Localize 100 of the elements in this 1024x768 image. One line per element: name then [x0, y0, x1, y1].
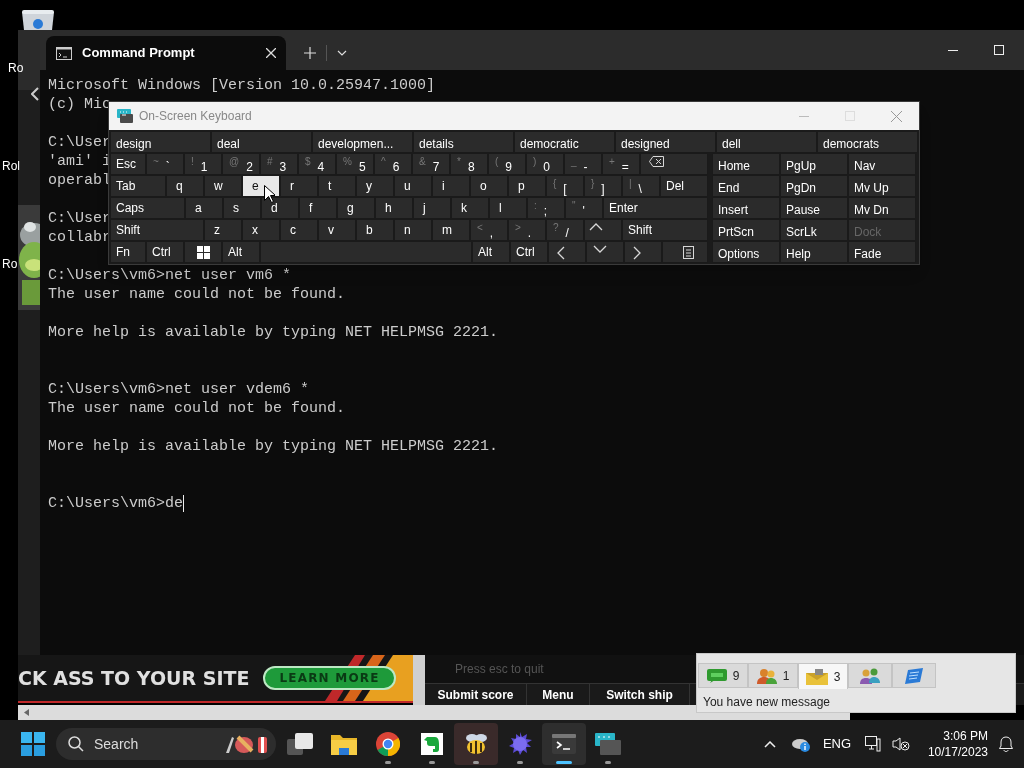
keyboard-key[interactable]: _ -	[564, 153, 602, 175]
keyboard-key[interactable]: Ctrl	[146, 241, 184, 263]
keyboard-key[interactable]: n	[394, 219, 432, 241]
network-icon[interactable]	[865, 736, 881, 752]
scroll-left-arrow-icon[interactable]	[24, 709, 29, 716]
keyboard-key[interactable]: ScrLk	[780, 219, 848, 241]
prediction-suggestion[interactable]: details	[413, 131, 514, 153]
notification-tab[interactable]	[892, 663, 936, 688]
notification-bell-icon[interactable]	[999, 736, 1013, 752]
keyboard-key[interactable]: & 7	[412, 153, 450, 175]
keyboard-key[interactable]: o	[470, 175, 508, 197]
keyboard-key[interactable]: q	[166, 175, 204, 197]
prediction-suggestion[interactable]: democratic	[514, 131, 615, 153]
keyboard-key[interactable]: Caps	[110, 197, 185, 219]
keyboard-key[interactable]: Shift	[622, 219, 708, 241]
keyboard-key[interactable]	[662, 241, 708, 263]
keyboard-key[interactable]: ( 9	[488, 153, 526, 175]
keyboard-key[interactable]: l	[489, 197, 527, 219]
clock[interactable]: 3:06 PM 10/17/2023	[914, 728, 988, 760]
keyboard-key[interactable]: Home	[712, 153, 780, 175]
keyboard-key[interactable]: Options	[712, 241, 780, 263]
keyboard-key[interactable]: a	[185, 197, 223, 219]
keyboard-key[interactable]: Mv Up	[848, 175, 916, 197]
keyboard-key[interactable]: Pause	[780, 197, 848, 219]
language-indicator[interactable]: ENG	[816, 734, 858, 754]
keyboard-key[interactable]: # 3	[260, 153, 298, 175]
keyboard-key[interactable]: g	[337, 197, 375, 219]
keyboard-key[interactable]: d	[261, 197, 299, 219]
keyboard-key[interactable]: ) 0	[526, 153, 564, 175]
keyboard-key[interactable]: PgUp	[780, 153, 848, 175]
keyboard-key[interactable]: Nav	[848, 153, 916, 175]
keyboard-key[interactable]: End	[712, 175, 780, 197]
notification-tab[interactable]: 1	[748, 663, 798, 688]
keyboard-key[interactable]: Mv Dn	[848, 197, 916, 219]
prediction-suggestion[interactable]: design	[110, 131, 211, 153]
keyboard-key[interactable]: Help	[780, 241, 848, 263]
keyboard-key[interactable]: ? /	[546, 219, 584, 241]
desktop-icon-label[interactable]: Ro	[2, 255, 18, 273]
keyboard-key[interactable]: ! 1	[184, 153, 222, 175]
keyboard-key[interactable]: } ]	[584, 175, 622, 197]
learn-more-button[interactable]: LEARN MORE	[263, 666, 396, 690]
desktop-icon-label[interactable]: Rol	[2, 157, 20, 175]
keyboard-key[interactable]: + =	[602, 153, 640, 175]
console-input[interactable]: C:\Users\vm6>de	[48, 494, 184, 513]
keyboard-key[interactable]: % 5	[336, 153, 374, 175]
keyboard-key[interactable]	[640, 153, 708, 175]
keyboard-key[interactable]: Ctrl	[510, 241, 548, 263]
keyboard-key[interactable]: Fade	[848, 241, 916, 263]
desktop-icon-label[interactable]: Ro	[8, 59, 24, 77]
keyboard-key[interactable]: Enter	[603, 197, 708, 219]
keyboard-key[interactable]: * 8	[450, 153, 488, 175]
keyboard-key[interactable]: Del	[660, 175, 708, 197]
keyboard-key[interactable]: PrtScn	[712, 219, 780, 241]
notification-tab[interactable]: 3	[798, 663, 848, 689]
keyboard-key[interactable]: v	[318, 219, 356, 241]
keyboard-key[interactable]: f	[299, 197, 337, 219]
keyboard-key[interactable]: { [	[546, 175, 584, 197]
keyboard-key[interactable]: | \	[622, 175, 660, 197]
keyboard-key[interactable]: u	[394, 175, 432, 197]
keyboard-key[interactable]: t	[318, 175, 356, 197]
keyboard-key[interactable]: ^ 6	[374, 153, 412, 175]
taskbar-app-button[interactable]	[454, 723, 498, 765]
taskbar-app-button[interactable]	[542, 723, 586, 765]
keyboard-key[interactable]: w	[204, 175, 242, 197]
keyboard-key[interactable]: Esc	[110, 153, 146, 175]
keyboard-key[interactable]: y	[356, 175, 394, 197]
keyboard-key[interactable]: k	[451, 197, 489, 219]
terminal-tab[interactable]: Command Prompt	[46, 36, 286, 70]
notification-tab[interactable]	[848, 663, 892, 688]
keyboard-key[interactable]: Tab	[110, 175, 166, 197]
keyboard-key[interactable]: m	[432, 219, 470, 241]
keyboard-key[interactable]: < ,	[470, 219, 508, 241]
keyboard-key[interactable]: " '	[565, 197, 603, 219]
keyboard-key[interactable]: ~ `	[146, 153, 184, 175]
keyboard-key[interactable]: Shift	[110, 219, 204, 241]
close-icon[interactable]	[266, 48, 276, 58]
keyboard-key[interactable]: PgDn	[780, 175, 848, 197]
keyboard-key[interactable]: c	[280, 219, 318, 241]
keyboard-key[interactable]: $ 4	[298, 153, 336, 175]
keyboard-key[interactable]: > .	[508, 219, 546, 241]
keyboard-key[interactable]: j	[413, 197, 451, 219]
keyboard-key[interactable]: p	[508, 175, 546, 197]
keyboard-key[interactable]: z	[204, 219, 242, 241]
notification-tab[interactable]: 9	[698, 663, 748, 688]
keyboard-key[interactable]: e	[242, 175, 280, 197]
prediction-suggestion[interactable]: developmen...	[312, 131, 413, 153]
search-box[interactable]: Search	[56, 728, 276, 760]
keyboard-key[interactable]: @ 2	[222, 153, 260, 175]
keyboard-key[interactable]: b	[356, 219, 394, 241]
keyboard-key[interactable]: i	[432, 175, 470, 197]
keyboard-key[interactable]: Fn	[110, 241, 146, 263]
cloud-info-icon[interactable]	[791, 736, 811, 752]
prediction-suggestion[interactable]: dell	[716, 131, 817, 153]
keyboard-key[interactable]	[184, 241, 222, 263]
prediction-suggestion[interactable]: deal	[211, 131, 312, 153]
prediction-suggestion[interactable]: designed	[615, 131, 716, 153]
new-tab-icon[interactable]	[304, 47, 316, 59]
prediction-suggestion[interactable]: democrats	[817, 131, 918, 153]
keyboard-key[interactable]: : ;	[527, 197, 565, 219]
keyboard-key[interactable]: Insert	[712, 197, 780, 219]
